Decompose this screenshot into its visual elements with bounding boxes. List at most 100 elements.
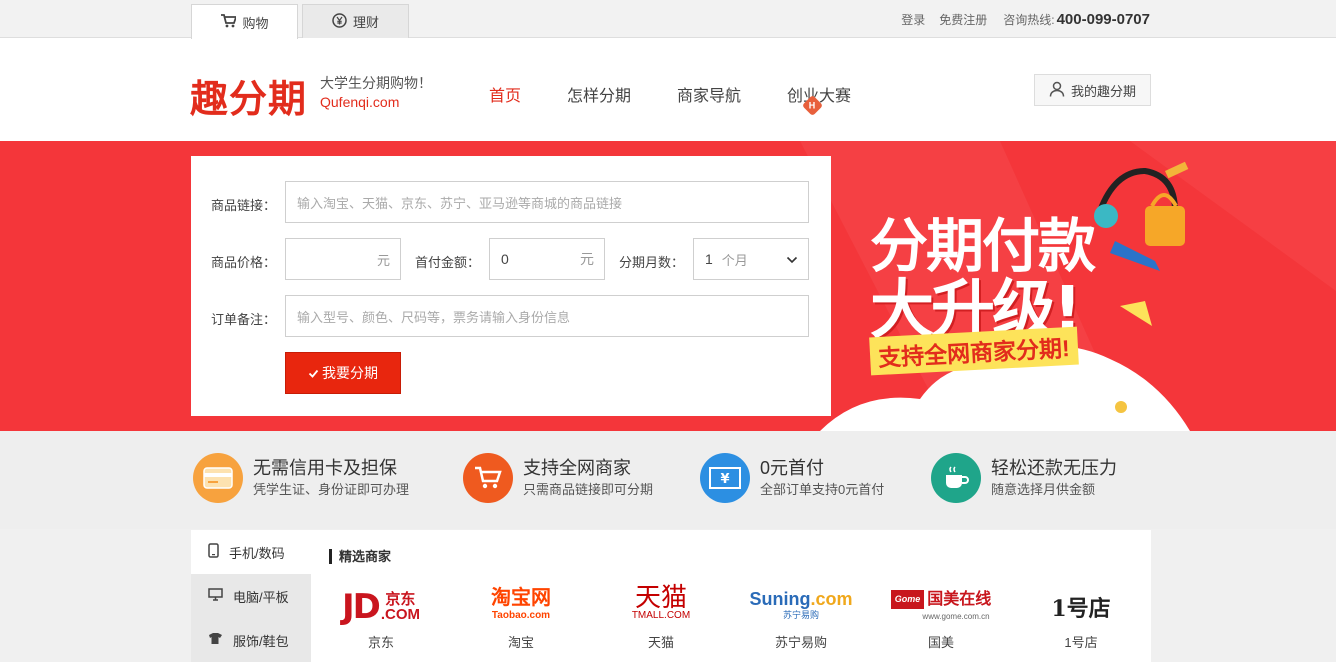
- feature-subtitle: 凭学生证、身份证即可办理: [253, 482, 410, 497]
- feature-title: 支持全网商家: [523, 458, 631, 478]
- tab-shopping[interactable]: 购物: [191, 4, 298, 39]
- nav-merchants[interactable]: 商家导航: [677, 82, 741, 121]
- slogan-en: Qufenqi.com: [320, 94, 400, 110]
- hotline-label: 咨询热线:: [1003, 12, 1055, 27]
- merchant-name: 1号店: [1064, 635, 1098, 650]
- category-computers[interactable]: 电脑/平板: [191, 574, 311, 618]
- merchant-name: 天猫: [647, 635, 674, 650]
- site-slogan: 大学生分期购物！ Qufenqi.com: [320, 74, 432, 112]
- note-input[interactable]: 输入型号、颜色、尺码等，票务请输入身份信息: [285, 295, 809, 337]
- feature-subtitle: 只需商品链接即可分期: [523, 482, 654, 497]
- submit-label: 我要分期: [322, 365, 378, 381]
- gome-logo-sub: www.gome.com.cn: [922, 612, 990, 621]
- months-select[interactable]: 1 个月: [693, 238, 809, 280]
- main-nav: 首页 怎样分期 商家导航 创业大赛 H: [489, 82, 897, 121]
- months-unit: 个月: [721, 252, 748, 268]
- top-bar: 购物 理财 登录 免费注册 咨询热线: 400-099-0707: [0, 0, 1336, 39]
- category-phones[interactable]: 手机/数码: [191, 530, 311, 574]
- suning-logo-wordmark: Suning.com: [749, 589, 853, 609]
- merchant-name: 国美: [927, 635, 954, 650]
- phone-icon: [208, 543, 219, 561]
- login-link[interactable]: 登录: [901, 11, 925, 28]
- category-label: 电脑/平板: [233, 589, 289, 605]
- merchant-gome[interactable]: Gome 国美在线 www.gome.com.cn 国美: [871, 586, 1011, 651]
- tmall-logo-main: 天猫: [634, 583, 687, 613]
- monitor-icon: [208, 588, 223, 604]
- feature-title: 无需信用卡及担保: [253, 458, 397, 478]
- cart-icon: [463, 453, 513, 503]
- nav-home[interactable]: 首页: [489, 82, 521, 121]
- tmall-logo: 天猫 TMALL.COM: [591, 583, 731, 628]
- merchant-suning[interactable]: Suning.com 苏宁易购 苏宁易购: [731, 586, 871, 651]
- my-account-button[interactable]: 我的趣分期: [1034, 74, 1151, 106]
- yen-coin-icon: [332, 12, 347, 31]
- down-payment-value: 0: [501, 251, 509, 267]
- user-icon: [1049, 81, 1065, 100]
- link-input[interactable]: 输入淘宝、天猫、京东、苏宁、亚马逊等商城的商品链接: [285, 181, 809, 223]
- top-links: 登录 免费注册 咨询热线: 400-099-0707: [887, 0, 1150, 38]
- my-account-label: 我的趣分期: [1070, 83, 1136, 99]
- feature-all-merchants: 支持全网商家 只需商品链接即可分期: [463, 453, 653, 503]
- jd-logo-cn: 京东: [385, 591, 416, 608]
- down-payment-label: 首付金额：: [415, 255, 481, 270]
- merchant-yhd[interactable]: 1号店 1号店: [1011, 586, 1151, 651]
- jd-logo-sub: .COM: [380, 606, 421, 623]
- suning-logo-main: Suning: [749, 589, 811, 609]
- shopping-cart-icon: [220, 13, 238, 31]
- gome-logo: Gome 国美在线 www.gome.com.cn: [871, 586, 1011, 628]
- jd-logo: JD 京东 .COM: [311, 586, 451, 628]
- yhd-logo: 1号店: [1051, 596, 1111, 622]
- feature-zero-down: ¥ 0元首付 全部订单支持0元首付: [700, 453, 884, 503]
- register-link[interactable]: 免费注册: [939, 11, 987, 28]
- svg-text:¥: ¥: [720, 472, 729, 487]
- slogan-cn: 大学生分期购物！: [320, 75, 432, 91]
- feature-subtitle: 全部订单支持0元首付: [760, 482, 885, 497]
- nav-how-to[interactable]: 怎样分期: [567, 82, 631, 121]
- feature-title: 轻松还款无压力: [991, 458, 1117, 478]
- taobao-logo-sub: Taobao.com: [491, 610, 551, 621]
- card-icon: [193, 453, 243, 503]
- link-label: 商品链接：: [211, 198, 277, 213]
- site-logo[interactable]: 趣分期: [190, 68, 307, 123]
- feature-no-credit-card: 无需信用卡及担保 凭学生证、身份证即可办理: [193, 453, 409, 503]
- hot-badge-text: H: [809, 100, 816, 111]
- category-label: 服饰/鞋包: [233, 633, 289, 649]
- merchant-name: 淘宝: [507, 635, 534, 650]
- merchant-jd[interactable]: JD 京东 .COM 京东: [311, 586, 451, 651]
- price-unit: 元: [376, 252, 390, 268]
- down-payment-unit: 元: [580, 251, 594, 267]
- shirt-icon: [208, 632, 223, 648]
- suning-logo-dotcom: .com: [810, 589, 853, 609]
- yen-bill-icon: ¥: [700, 453, 750, 503]
- jd-logo-side: 京东 .COM: [381, 592, 420, 622]
- merchant-name: 苏宁易购: [774, 635, 827, 650]
- note-label: 订单备注：: [211, 312, 277, 327]
- category-apparel[interactable]: 服饰/鞋包: [191, 618, 311, 662]
- feature-subtitle: 随意选择月供金额: [991, 482, 1096, 497]
- check-icon: [308, 365, 319, 381]
- gome-logo-badge: Gome: [890, 590, 925, 609]
- merchant-tmall[interactable]: 天猫 TMALL.COM 天猫: [591, 583, 731, 651]
- merchant-name: 京东: [367, 635, 394, 650]
- jd-logo-main: JD: [341, 587, 381, 627]
- nav-contest[interactable]: 创业大赛 H: [787, 82, 851, 121]
- featured-merchants-title: 精选商家: [329, 549, 391, 564]
- feature-easy-repay: 轻松还款无压力 随意选择月供金额: [931, 453, 1117, 503]
- price-input[interactable]: 元: [285, 238, 401, 280]
- taobao-logo: 淘宝网 Taobao.com: [451, 586, 591, 628]
- months-label: 分期月数：: [619, 255, 685, 270]
- hero-banner: 商品链接： 输入淘宝、天猫、京东、苏宁、亚马逊等商城的商品链接 商品价格： 元 …: [0, 141, 1336, 431]
- tab-finance[interactable]: 理财: [302, 4, 409, 38]
- suning-logo: Suning.com 苏宁易购: [731, 586, 871, 628]
- suning-logo-sub: 苏宁易购: [782, 610, 819, 620]
- gome-logo-wordmark: Gome 国美在线: [890, 590, 991, 609]
- merchant-taobao[interactable]: 淘宝网 Taobao.com 淘宝: [451, 586, 591, 651]
- category-sidebar: 手机/数码 电脑/平板 服饰/鞋包: [191, 530, 311, 662]
- tab-finance-label: 理财: [352, 15, 379, 30]
- feature-strip: 无需信用卡及担保 凭学生证、身份证即可办理 支持全网商家 只需商品链接即可分期 …: [0, 431, 1336, 529]
- months-value: 1: [705, 251, 713, 267]
- hotline-number: 400-099-0707: [1056, 10, 1150, 28]
- submit-installment-button[interactable]: 我要分期: [285, 352, 401, 394]
- down-payment-input[interactable]: 0元: [489, 238, 605, 280]
- featured-merchants: 精选商家 JD 京东 .COM 京东 淘宝网 Taobao.com 淘宝 天猫 …: [311, 530, 1151, 662]
